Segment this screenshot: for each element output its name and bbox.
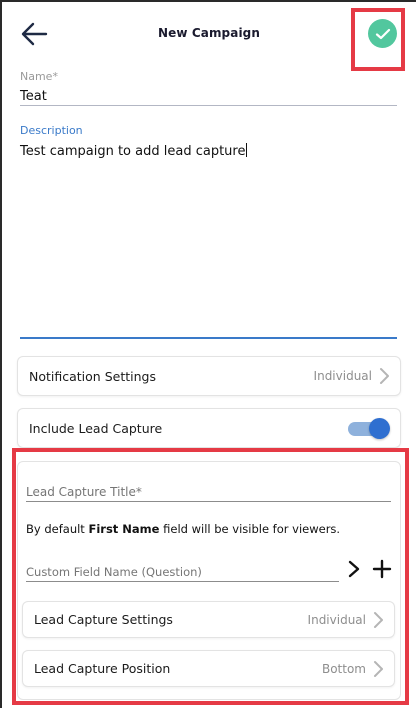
done-button[interactable] [368,19,397,48]
plus-icon [372,559,392,579]
lead-capture-position-label: Lead Capture Position [34,661,171,676]
custom-field-underline [26,581,339,582]
notification-settings-label: Notification Settings [29,368,156,384]
notification-settings-value: Individual [313,369,372,383]
chevron-right-icon [374,660,383,677]
description-label: Description [20,124,83,137]
chevron-right-icon [348,560,360,578]
lead-capture-settings-value: Individual [307,612,366,627]
next-button[interactable] [347,559,361,579]
chevron-right-icon [374,611,383,628]
description-text: Test campaign to add lead capture [20,144,246,159]
text-cursor [246,143,248,157]
description-field-underline [20,337,397,339]
name-label: Name* [20,70,58,83]
custom-field-input[interactable] [26,565,338,579]
lead-capture-title-underline [26,501,391,502]
notification-settings-row[interactable]: Notification Settings Individual [17,356,401,396]
note-field-name: First Name [88,522,160,536]
default-field-note: By default First Name field will be visi… [26,522,340,536]
description-field[interactable]: Test campaign to add lead capture [20,143,248,159]
name-field-underline [20,105,397,106]
note-suffix: field will be visible for viewers. [163,522,341,536]
lead-capture-position-row[interactable]: Lead Capture Position Bottom [22,650,395,687]
name-field[interactable]: Teat [20,89,47,104]
add-field-button[interactable] [371,558,393,580]
lead-capture-settings-label: Lead Capture Settings [34,612,173,627]
toggle-knob [369,418,390,439]
lead-capture-position-value: Bottom [321,661,366,676]
screen: New Campaign Name* Teat Description Test… [0,0,416,708]
lead-capture-title-input[interactable] [26,485,390,499]
lead-capture-settings-row[interactable]: Lead Capture Settings Individual [22,601,395,638]
include-lead-capture-toggle[interactable] [348,418,390,439]
include-lead-capture-row: Include Lead Capture [17,408,401,448]
include-lead-capture-label: Include Lead Capture [29,420,163,436]
chevron-right-icon [380,368,389,384]
check-icon [375,28,390,39]
note-prefix: By default [26,522,85,536]
